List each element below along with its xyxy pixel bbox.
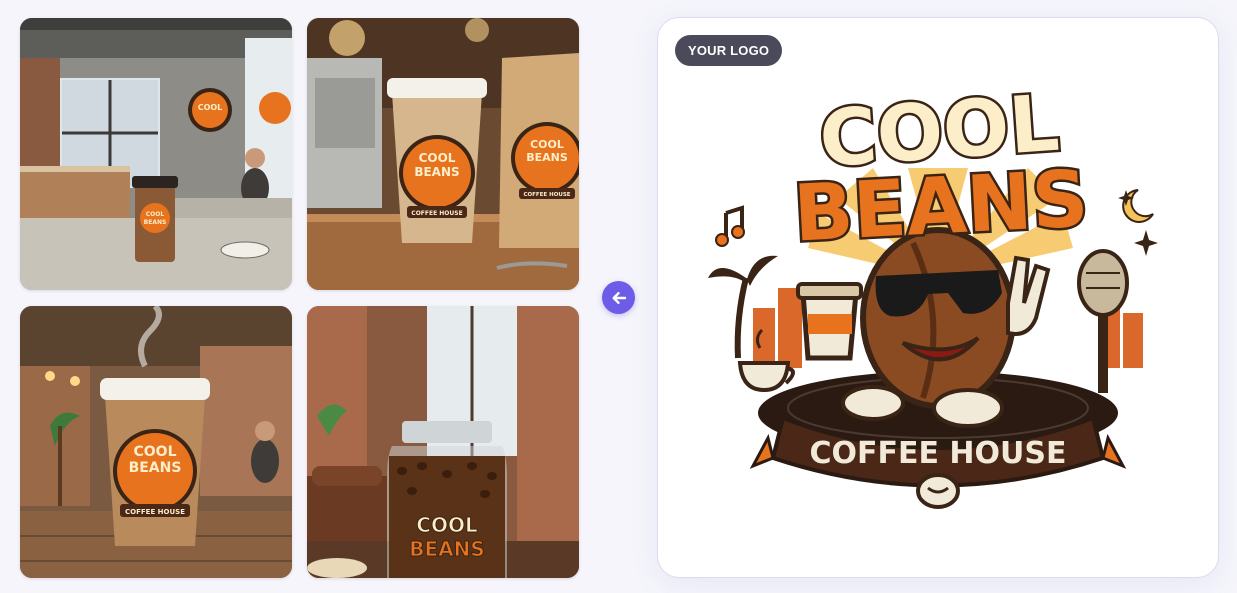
jar-logo-line1: COOL	[416, 513, 478, 537]
cool-beans-logo: COOL BEANS COFFEE HOUSE	[708, 76, 1158, 509]
moon-icon	[1122, 189, 1154, 223]
cup-logo-line2: BEANS	[414, 165, 459, 179]
logo-banner-text: COFFEE HOUSE	[809, 436, 1066, 471]
bag-logo-line2: BEANS	[526, 151, 568, 164]
music-note-icon	[715, 205, 745, 247]
your-logo-badge: YOUR LOGO	[675, 35, 783, 66]
cafe-interior-scene: COOL COOL BEANS	[20, 18, 292, 290]
sparkle-icon	[1118, 190, 1158, 256]
right-shoe	[932, 388, 1004, 428]
cup-logo-line2: BEANS	[144, 219, 167, 226]
peace-hand-icon	[1006, 255, 1051, 336]
left-shoe	[841, 385, 905, 421]
image-gallery: COOL COOL BEANS COOL BEANS COFFEE HOUSE …	[0, 0, 600, 593]
bean-jar-scene: COOL BEANS	[307, 306, 579, 578]
arrow-left-icon	[612, 291, 626, 304]
steaming-cup-scene: COOL BEANS COFFEE HOUSE	[20, 306, 292, 578]
back-arrow-button[interactable]	[602, 281, 635, 314]
gallery-image-cafe-interior[interactable]: COOL COOL BEANS	[20, 18, 292, 290]
cup-logo-line1: COOL	[419, 151, 456, 165]
coffee-cup-icon	[796, 282, 863, 361]
logo-title-line2: BEANS	[792, 154, 1091, 259]
cup-banner-text: COFFEE HOUSE	[411, 210, 462, 217]
bag-banner-text: COFFEE HOUSE	[523, 192, 570, 198]
logo-artwork: COOL BEANS COFFEE HOUSE	[658, 18, 1218, 577]
gallery-image-bean-jar[interactable]: COOL BEANS	[307, 306, 579, 578]
cup-banner-text: COFFEE HOUSE	[125, 508, 185, 516]
jar-logo-line2: BEANS	[409, 537, 485, 561]
cup-and-bag-scene: COOL BEANS COFFEE HOUSE COOL BEANS COFFE…	[307, 18, 579, 290]
wall-logo-text: COOL	[198, 103, 223, 112]
bag-logo-line1: COOL	[530, 138, 564, 151]
logo-preview-card: COOL BEANS COFFEE HOUSE YOUR LOGO	[657, 17, 1219, 578]
cup-logo-line1: COOL	[134, 444, 177, 460]
gallery-image-steaming-cup[interactable]: COOL BEANS COFFEE HOUSE	[20, 306, 292, 578]
cup-logo-line2: BEANS	[129, 460, 182, 476]
gallery-image-cup-and-bag[interactable]: COOL BEANS COFFEE HOUSE COOL BEANS COFFE…	[307, 18, 579, 290]
cup-logo-line1: COOL	[146, 211, 165, 218]
